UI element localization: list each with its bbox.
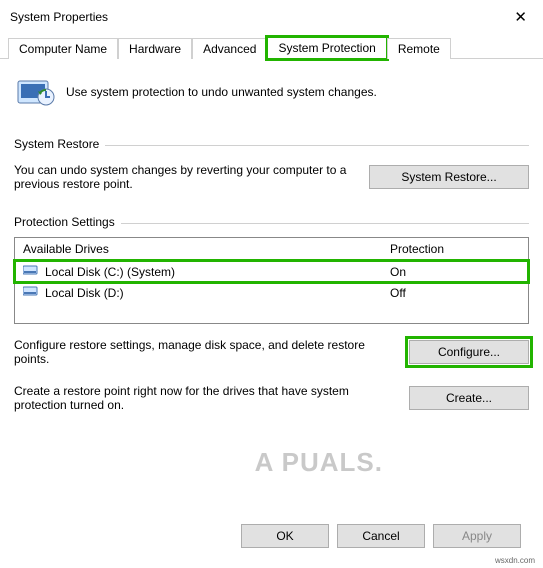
ok-button[interactable]: OK — [241, 524, 329, 548]
protection-settings-heading: Protection Settings — [14, 215, 121, 229]
tab-remote[interactable]: Remote — [387, 38, 451, 59]
tab-system-protection[interactable]: System Protection — [267, 37, 386, 59]
apply-button: Apply — [433, 524, 521, 548]
create-text: Create a restore point right now for the… — [14, 384, 397, 412]
watermark-text: A PUALS. — [255, 447, 383, 478]
col-available-drives: Available Drives — [23, 242, 390, 256]
close-icon[interactable]: ✕ — [508, 8, 533, 26]
configure-button[interactable]: Configure... — [409, 340, 529, 364]
drive-row-c[interactable]: Local Disk (C:) (System) On — [15, 261, 528, 282]
dialog-footer: OK Cancel Apply — [241, 524, 521, 548]
configure-text: Configure restore settings, manage disk … — [14, 338, 397, 366]
tab-computer-name[interactable]: Computer Name — [8, 38, 118, 59]
col-protection: Protection — [390, 242, 520, 256]
drive-protection: Off — [390, 286, 520, 300]
drive-name: Local Disk (C:) (System) — [45, 265, 175, 279]
drive-row-empty — [15, 303, 528, 323]
intro-text: Use system protection to undo unwanted s… — [66, 85, 377, 99]
source-watermark: wsxdn.com — [493, 555, 537, 566]
system-restore-button[interactable]: System Restore... — [369, 165, 529, 189]
tab-advanced[interactable]: Advanced — [192, 38, 267, 59]
drive-icon — [23, 285, 39, 300]
drive-name: Local Disk (D:) — [45, 286, 124, 300]
drive-row-d[interactable]: Local Disk (D:) Off — [15, 282, 528, 303]
tabs-row: Computer Name Hardware Advanced System P… — [0, 36, 543, 59]
drives-table: Available Drives Protection Local Disk (… — [14, 237, 529, 324]
window-title: System Properties — [10, 10, 108, 24]
tab-hardware[interactable]: Hardware — [118, 38, 192, 59]
system-restore-heading: System Restore — [14, 137, 105, 151]
system-protection-icon — [16, 75, 56, 109]
create-button[interactable]: Create... — [409, 386, 529, 410]
drive-icon — [23, 264, 39, 279]
drive-protection: On — [390, 265, 520, 279]
system-restore-text: You can undo system changes by reverting… — [14, 163, 357, 191]
cancel-button[interactable]: Cancel — [337, 524, 425, 548]
